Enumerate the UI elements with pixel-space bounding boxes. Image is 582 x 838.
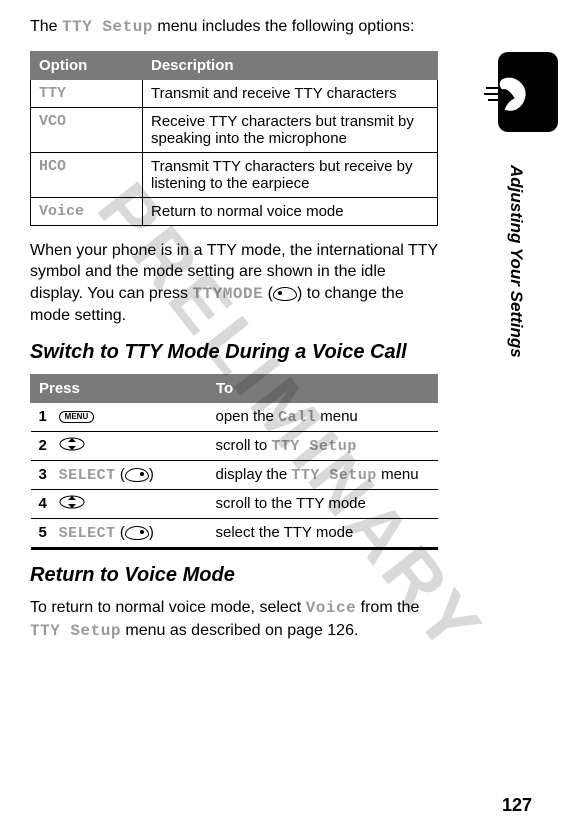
return-note-menu: TTY Setup xyxy=(30,622,121,640)
ttymode-key: TTYMODE xyxy=(192,285,263,303)
step-to-mono: TTY Setup xyxy=(291,467,377,484)
scroll-key-icon xyxy=(59,437,85,455)
options-table: Option Description TTY Transmit and rece… xyxy=(30,51,438,226)
return-note-post: menu as described on page 126. xyxy=(121,622,359,639)
heading-return: Return to Voice Mode xyxy=(30,564,438,587)
step-to-mono: TTY Setup xyxy=(271,438,357,455)
option-cell: TTY xyxy=(31,79,143,107)
option-cell: HCO xyxy=(31,152,143,197)
intro-menu-name: TTY Setup xyxy=(62,18,153,36)
table-row: VCO Receive TTY characters but transmit … xyxy=(31,107,438,152)
left-soft-key-icon xyxy=(273,287,297,301)
description-cell: Receive TTY characters but transmit by s… xyxy=(143,107,438,152)
step-to-post: menu xyxy=(377,466,419,483)
heading-switch: Switch to TTY Mode During a Voice Call xyxy=(30,341,438,364)
return-note-opt: Voice xyxy=(306,599,357,617)
steps-header-press: Press xyxy=(31,374,208,402)
page-content: The TTY Setup menu includes the followin… xyxy=(30,16,438,642)
table-row: Voice Return to normal voice mode xyxy=(31,197,438,225)
table-row: TTY Transmit and receive TTY characters xyxy=(31,79,438,107)
option-cell: Voice xyxy=(31,197,143,225)
step-to-pre: scroll to the TTY mode xyxy=(216,495,366,512)
right-soft-key-icon xyxy=(125,468,149,482)
step-number: 3 xyxy=(39,466,55,483)
table-row: HCO Transmit TTY characters but receive … xyxy=(31,152,438,197)
description-cell: Return to normal voice mode xyxy=(143,197,438,225)
table-row: 4 scroll to the TTY mode xyxy=(31,490,438,519)
return-note-paragraph: To return to normal voice mode, select V… xyxy=(30,597,438,642)
step-to-pre: display the xyxy=(216,466,292,483)
step-number: 1 xyxy=(39,408,55,425)
steps-table: Press To 1 MENU open the Call menu 2 xyxy=(30,374,438,550)
intro-paragraph: The TTY Setup menu includes the followin… xyxy=(30,16,438,39)
step-press-label: SELECT xyxy=(59,525,116,542)
menu-key-icon: MENU xyxy=(59,411,95,423)
table-row: 2 scroll to TTY Setup xyxy=(31,431,438,460)
intro-pre: The xyxy=(30,18,62,35)
mode-note-paragraph: When your phone is in a TTY mode, the in… xyxy=(30,240,438,327)
step-number: 5 xyxy=(39,524,55,541)
step-press-label: SELECT xyxy=(59,467,116,484)
step-to-post: menu xyxy=(316,408,358,425)
table-row: 1 MENU open the Call menu xyxy=(31,402,438,431)
scroll-key-icon xyxy=(59,495,85,513)
page-number: 127 xyxy=(502,795,532,816)
options-header-description: Description xyxy=(143,51,438,79)
description-cell: Transmit TTY characters but receive by l… xyxy=(143,152,438,197)
steps-header-to: To xyxy=(208,374,438,402)
step-number: 4 xyxy=(39,495,55,512)
step-to-pre: select the TTY mode xyxy=(216,524,354,541)
right-soft-key-icon xyxy=(125,526,149,540)
section-side-label-text: Adjusting Your Settings xyxy=(506,165,526,358)
table-row: 3 SELECT () display the TTY Setup menu xyxy=(31,461,438,490)
section-side-label: Adjusting Your Settings xyxy=(508,165,528,515)
description-cell: Transmit and receive TTY characters xyxy=(143,79,438,107)
return-note-pre: To return to normal voice mode, select xyxy=(30,599,306,616)
step-to-mono: Call xyxy=(278,409,316,426)
table-row: 5 SELECT () select the TTY mode xyxy=(31,519,438,549)
step-number: 2 xyxy=(39,437,55,454)
step-to-pre: scroll to xyxy=(216,437,272,454)
return-note-mid: from the xyxy=(356,599,419,616)
intro-post: menu includes the following options: xyxy=(153,18,415,35)
phone-tab-icon xyxy=(490,52,558,142)
option-cell: VCO xyxy=(31,107,143,152)
options-header-option: Option xyxy=(31,51,143,79)
step-to-pre: open the xyxy=(216,408,279,425)
